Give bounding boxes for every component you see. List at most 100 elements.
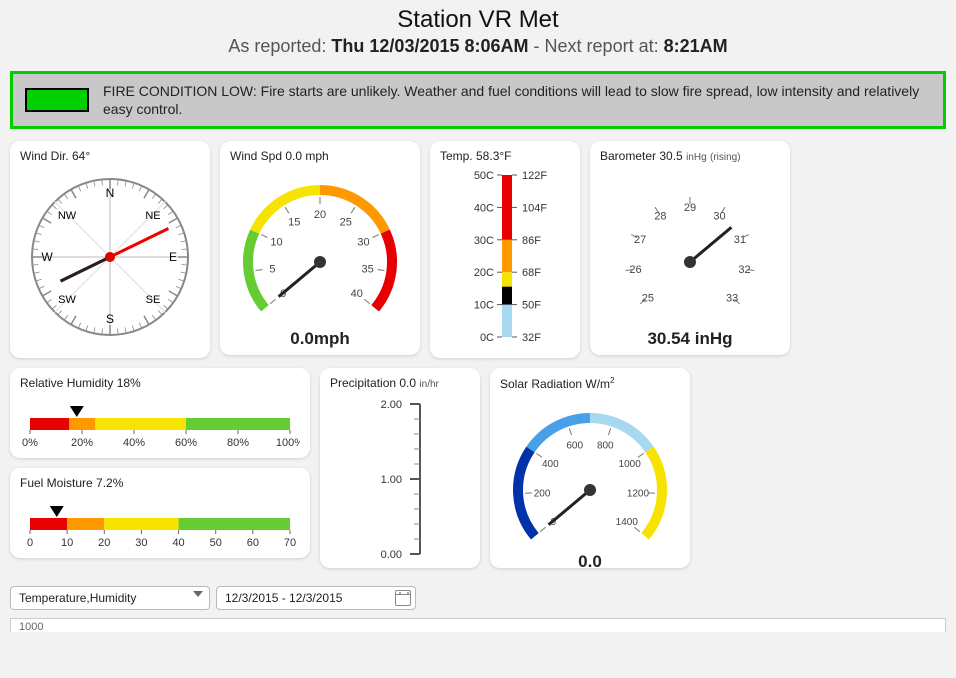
svg-text:30: 30 [135, 537, 147, 549]
svg-text:32F: 32F [522, 332, 541, 344]
svg-text:20C: 20C [474, 268, 494, 280]
solar-gauge: 0200400600800100012001400 [500, 395, 680, 545]
svg-text:S: S [106, 312, 114, 326]
humidity-card: Relative Humidity 18% 0% 20% 40% 60% 80% 100% [10, 368, 310, 458]
svg-text:32: 32 [738, 265, 750, 277]
precip-title: Precipitation 0.0 in/hr [330, 376, 470, 390]
svg-text:W: W [41, 250, 53, 264]
svg-text:25: 25 [340, 217, 352, 229]
svg-text:15: 15 [288, 217, 300, 229]
temperature-card: Temp. 58.3°F 50C 40C 30C 20C 10C 0C 122F 104F 8… [430, 141, 580, 358]
svg-text:NE: NE [145, 210, 160, 222]
barometer-title: Barometer 30.5 inHg (rising) [600, 149, 780, 163]
svg-text:86F: 86F [522, 235, 541, 247]
svg-text:0.00: 0.00 [381, 549, 402, 561]
svg-text:200: 200 [534, 489, 551, 500]
fire-condition-text: FIRE CONDITION LOW: Fire starts are unli… [103, 82, 931, 118]
svg-text:SW: SW [58, 294, 76, 306]
svg-text:104F: 104F [522, 203, 547, 215]
svg-text:1400: 1400 [616, 517, 639, 528]
barometer-gauge: 25 26 27 28 29 30 31 32 33 [600, 167, 780, 322]
svg-text:50C: 50C [474, 170, 494, 182]
svg-text:26: 26 [629, 265, 641, 277]
svg-text:50F: 50F [522, 300, 541, 312]
svg-text:NW: NW [58, 210, 77, 222]
svg-text:40%: 40% [123, 437, 145, 449]
svg-text:1.00: 1.00 [381, 474, 402, 486]
fire-condition-alert: FIRE CONDITION LOW: Fire starts are unli… [10, 71, 946, 129]
series-selector[interactable]: Temperature,Humidity [10, 586, 210, 610]
svg-text:40C: 40C [474, 203, 494, 215]
svg-text:40: 40 [351, 288, 363, 300]
fire-condition-swatch [25, 88, 89, 112]
svg-text:27: 27 [634, 234, 646, 246]
svg-text:80%: 80% [227, 437, 249, 449]
svg-text:30C: 30C [474, 235, 494, 247]
svg-text:28: 28 [654, 211, 666, 223]
svg-text:60%: 60% [175, 437, 197, 449]
svg-text:1000: 1000 [619, 459, 642, 470]
svg-text:0: 0 [27, 537, 33, 549]
wind-speed-card: Wind Spd 0.0 mph 0510152025303540 0.0mph [220, 141, 420, 355]
svg-text:33: 33 [726, 293, 738, 305]
svg-text:10: 10 [61, 537, 73, 549]
humidity-title: Relative Humidity 18% [20, 376, 300, 390]
svg-text:5: 5 [269, 264, 275, 276]
chevron-down-icon [193, 591, 203, 597]
svg-text:400: 400 [542, 459, 559, 470]
svg-text:20%: 20% [71, 437, 93, 449]
humidity-bar: 0% 20% 40% 60% 80% 100% [20, 394, 300, 450]
svg-text:35: 35 [361, 264, 373, 276]
svg-text:20: 20 [314, 209, 326, 221]
svg-text:N: N [106, 186, 115, 200]
svg-text:1200: 1200 [627, 489, 650, 500]
svg-text:10: 10 [270, 237, 282, 249]
wind-dir-title: Wind Dir. 64° [20, 149, 200, 163]
svg-text:60: 60 [247, 537, 259, 549]
svg-text:50: 50 [210, 537, 222, 549]
svg-text:40: 40 [172, 537, 184, 549]
svg-text:30: 30 [713, 211, 725, 223]
svg-text:0C: 0C [480, 332, 494, 344]
svg-text:600: 600 [566, 441, 583, 452]
solar-title: Solar Radiation W/m2 [500, 376, 680, 391]
svg-text:30: 30 [357, 237, 369, 249]
calendar-icon [395, 590, 411, 606]
svg-text:20: 20 [98, 537, 110, 549]
solar-value: 0.0 [500, 552, 680, 572]
temperature-title: Temp. 58.3°F [440, 149, 570, 163]
svg-text:E: E [169, 250, 177, 264]
svg-text:0%: 0% [22, 437, 38, 449]
svg-text:68F: 68F [522, 268, 541, 280]
page-header: Station VR Met As reported: Thu 12/03/20… [0, 0, 956, 67]
thermometer-icon: 50C 40C 30C 20C 10C 0C 122F 104F 86F 68F 50F 32F [440, 167, 570, 347]
wind-speed-title: Wind Spd 0.0 mph [230, 149, 410, 163]
fuel-moisture-bar: 0 10 20 30 40 50 60 70 [20, 494, 300, 550]
svg-text:122F: 122F [522, 170, 547, 182]
svg-text:800: 800 [597, 441, 614, 452]
wind-speed-value: 0.0mph [230, 329, 410, 349]
svg-text:10C: 10C [474, 300, 494, 312]
precip-scale: 2.00 1.00 0.00 [330, 394, 470, 564]
wind-dir-card: Wind Dir. 64° N NE E SE S SW W NW [10, 141, 210, 358]
svg-text:29: 29 [684, 202, 696, 214]
svg-text:100%: 100% [276, 437, 300, 449]
svg-text:70: 70 [284, 537, 296, 549]
svg-text:2.00: 2.00 [381, 399, 402, 411]
chart-controls: Temperature,Humidity 12/3/2015 - 12/3/20… [0, 578, 956, 618]
barometer-card: Barometer 30.5 inHg (rising) 25 26 27 28 29 3… [590, 141, 790, 355]
report-subtitle: As reported: Thu 12/03/2015 8:06AM - Nex… [0, 36, 956, 57]
compass-icon: N NE E SE S SW W NW [20, 167, 200, 347]
date-range-picker[interactable]: 12/3/2015 - 12/3/2015 [216, 586, 416, 610]
wind-speed-gauge: 0510152025303540 [230, 167, 410, 322]
svg-text:25: 25 [642, 293, 654, 305]
fuel-moisture-card: Fuel Moisture 7.2% 0 10 20 30 40 50 60 70 [10, 468, 310, 558]
barometer-value: 30.54 inHg [600, 329, 780, 349]
page-title: Station VR Met [0, 6, 956, 34]
chart-area: 1000 [10, 618, 946, 632]
precip-card: Precipitation 0.0 in/hr 2.00 1.00 0.00 [320, 368, 480, 568]
fuel-moisture-title: Fuel Moisture 7.2% [20, 476, 300, 490]
svg-text:SE: SE [146, 294, 161, 306]
solar-card: Solar Radiation W/m2 0200400600800100012… [490, 368, 690, 568]
svg-text:31: 31 [734, 234, 746, 246]
